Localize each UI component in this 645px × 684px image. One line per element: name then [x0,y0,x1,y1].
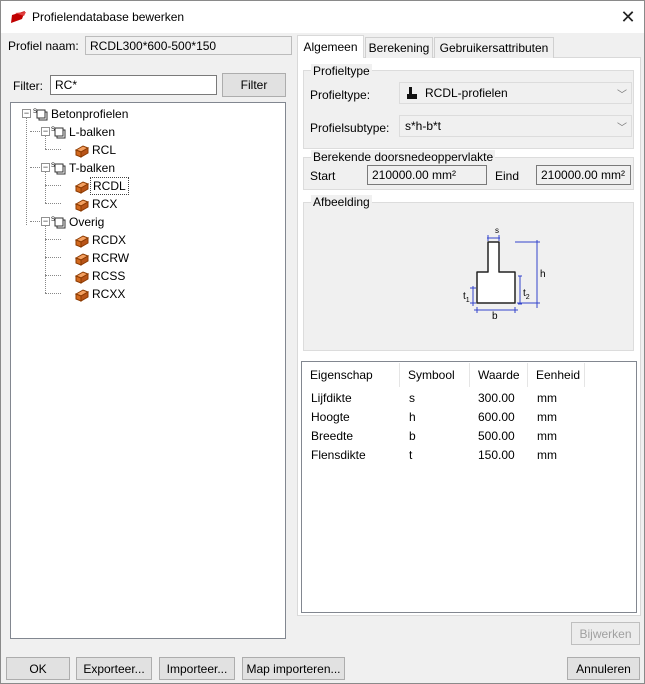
concrete-profile-icon [74,199,90,212]
folder-group-icon: S [51,163,66,175]
profile-name-label: Profiel naam: [8,39,79,53]
column-header-eenheid[interactable]: Eenheid [528,363,585,387]
column-header-eigenschap[interactable]: Eigenschap [302,363,400,387]
ok-button[interactable]: OK [6,657,70,680]
tree-item-rcdl[interactable]: RCDL [74,177,129,195]
concrete-profile-icon [74,271,90,284]
dim-s: s [495,226,499,235]
filter-input[interactable]: RC* [50,75,217,95]
tree-item-rcx[interactable]: RCX [74,195,119,213]
tree-item-rcxx[interactable]: RCXX [74,285,127,303]
table-row[interactable]: Breedte b 500.00 mm [302,427,636,446]
subtype-select[interactable]: s*h-b*t ﹀ [399,115,632,137]
chevron-down-icon: ﹀ [617,123,627,134]
dim-b: b [492,311,498,322]
dim-t1: t1 [463,291,470,304]
collapse-icon[interactable]: − [41,217,50,226]
profiletype-label: Profieltype: [310,88,371,102]
tree-item-rcdx[interactable]: RCDX [74,231,128,249]
import-button[interactable]: Importeer... [159,657,235,680]
area-group-title: Berekende doorsnedeoppervlakte [311,150,496,164]
filter-button[interactable]: Filter [222,73,286,97]
svg-text:S: S [51,127,55,133]
folder-group-icon: S [33,109,48,121]
collapse-icon[interactable]: − [41,127,50,136]
collapse-icon[interactable]: − [22,109,31,118]
start-label: Start [310,169,336,183]
image-group-title: Afbeelding [311,195,372,209]
dialog-window: Profielendatabase bewerken ✕ Profiel naa… [0,0,645,684]
tree-root[interactable]: S Betonprofielen [33,105,130,123]
tree-item-rcrw[interactable]: RCRW [74,249,131,267]
export-button[interactable]: Exporteer... [76,657,152,680]
svg-text:S: S [51,163,55,169]
concrete-profile-icon [74,181,90,194]
tree-group-l-balken[interactable]: S L-balken [51,123,117,141]
svg-text:S: S [33,109,37,115]
dim-h: h [540,269,546,280]
table-row[interactable]: Flensdikte t 150.00 mm [302,446,636,465]
close-icon[interactable]: ✕ [613,3,643,31]
app-icon [11,11,26,23]
svg-text:S: S [51,217,55,223]
table-row[interactable]: Lijfdikte s 300.00 mm [302,389,636,408]
folder-group-icon: S [51,217,66,229]
table-row[interactable]: Hoogte h 600.00 mm [302,408,636,427]
subtype-label: Profielsubtype: [310,121,390,135]
end-label: Eind [495,169,520,183]
dim-t2: t2 [523,288,530,301]
chevron-down-icon: ﹀ [617,90,627,101]
tab-berekening[interactable]: Berekening [365,37,433,58]
tree-group-t-balken[interactable]: S T-balken [51,159,117,177]
cancel-button[interactable]: Annuleren [567,657,640,680]
profiletype-group-title: Profieltype [311,64,372,78]
tree-group-overig[interactable]: S Overig [51,213,106,231]
map-import-button[interactable]: Map importeren... [242,657,345,680]
apply-button[interactable]: Bijwerken [571,622,640,645]
folder-group-icon: S [51,127,66,139]
title-bar: Profielendatabase bewerken ✕ [1,1,644,33]
tree-item-rcss[interactable]: RCSS [74,267,127,285]
concrete-profile-icon [74,253,90,266]
concrete-profile-icon [74,145,90,158]
rcdl-profile-icon [407,87,417,99]
profile-name-field: RCDL300*600-500*150 [85,36,292,55]
column-header-symbool[interactable]: Symbool [400,363,470,387]
concrete-profile-icon [74,289,90,302]
column-header-waarde[interactable]: Waarde [470,363,528,387]
tab-gebruikersattributen[interactable]: Gebruikersattributen [434,37,554,58]
concrete-profile-icon [74,235,90,248]
start-value: 210000.00 mm² [367,165,487,185]
window-title: Profielendatabase bewerken [32,10,185,24]
profile-tree[interactable]: − S Betonprofielen − S L-balken RCL − S … [10,102,286,639]
profiletype-select[interactable]: RCDL-profielen ﹀ [399,82,632,104]
end-value: 210000.00 mm² [536,165,631,185]
tree-item-rcl[interactable]: RCL [74,141,118,159]
filter-label: Filter: [13,79,43,93]
collapse-icon[interactable]: − [41,163,50,172]
tab-algemeen[interactable]: Algemeen [297,35,364,58]
properties-table[interactable]: Eigenschap Symbool Waarde Eenheid Lijfdi… [301,361,637,613]
